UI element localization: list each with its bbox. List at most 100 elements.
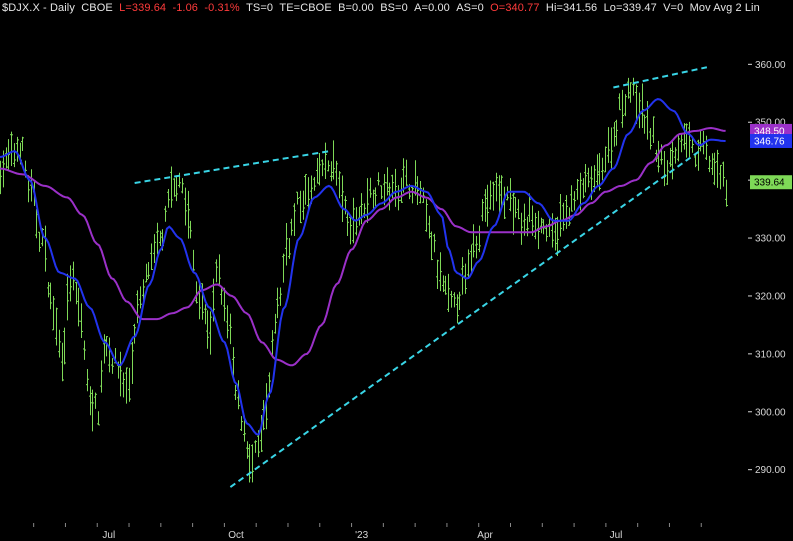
ohlc-bar bbox=[251, 444, 254, 483]
ohlc-bar bbox=[450, 290, 453, 308]
trendline-upper-left bbox=[134, 150, 330, 185]
ohlc-bar bbox=[47, 281, 50, 298]
ohlc-bar bbox=[719, 164, 722, 190]
ohlc-bar bbox=[318, 152, 321, 186]
ohlc-bar bbox=[181, 178, 184, 194]
ohlc-bar bbox=[484, 189, 487, 222]
time-axis[interactable]: Jul Oct '23 Apr Jul bbox=[33, 523, 702, 541]
y-tick-label: 360.00 bbox=[755, 60, 786, 71]
ohlc-bar bbox=[63, 327, 66, 365]
ohlc-bar bbox=[192, 249, 195, 272]
y-tick-label: 290.00 bbox=[755, 465, 786, 476]
ohlc-bar bbox=[638, 92, 641, 129]
ohlc-bar bbox=[108, 337, 111, 373]
fast-moving-average bbox=[0, 98, 726, 436]
ohlc-bar bbox=[414, 160, 417, 196]
ohlc-bar bbox=[377, 172, 380, 186]
ohlc-bar bbox=[313, 176, 316, 191]
ohlc-bar bbox=[145, 263, 148, 283]
ohlc-bar bbox=[716, 149, 719, 188]
ohlc-bar bbox=[621, 89, 624, 128]
ohlc-bar bbox=[215, 259, 218, 283]
ohlc-bar bbox=[559, 194, 562, 237]
ohlc-bar bbox=[153, 234, 156, 263]
ohlc-bar bbox=[100, 360, 103, 393]
ohlc-bar bbox=[444, 275, 447, 295]
ohlc-bar bbox=[613, 122, 616, 147]
ohlc-bar bbox=[405, 159, 408, 186]
ohlc-bar bbox=[624, 94, 627, 117]
ohlc-bar bbox=[83, 340, 86, 360]
ohlc-bar bbox=[330, 161, 333, 182]
ohlc-bar bbox=[156, 222, 159, 255]
ohlc-bar bbox=[680, 133, 683, 153]
ohlc-bar bbox=[708, 155, 711, 173]
ohlc-bar bbox=[685, 123, 688, 158]
ohlc-bar bbox=[570, 185, 573, 212]
x-tick-label: Jul bbox=[610, 530, 623, 541]
ohlc-bar bbox=[478, 225, 481, 253]
ohlc-bar bbox=[21, 136, 24, 152]
ohlc-bar bbox=[61, 342, 64, 382]
ohlc-bar bbox=[509, 178, 512, 212]
ohlc-bar bbox=[77, 287, 80, 327]
y-tick-label: 310.00 bbox=[755, 349, 786, 360]
trendlines[interactable] bbox=[134, 66, 708, 488]
ohlc-bar bbox=[470, 244, 473, 272]
ohlc-bar bbox=[562, 202, 565, 231]
ohlc-bar bbox=[346, 211, 349, 237]
ohlc-bar bbox=[649, 127, 652, 150]
ohlc-bar bbox=[170, 166, 173, 208]
ohlc-bar bbox=[52, 296, 55, 331]
ohlc-bar bbox=[442, 275, 445, 292]
ohlc-bar bbox=[666, 160, 669, 185]
x-tick-label: Jul bbox=[102, 530, 115, 541]
ohlc-bar bbox=[299, 190, 302, 224]
fast-ma-badge: 346.76 bbox=[750, 133, 792, 148]
ohlc-bar bbox=[49, 282, 52, 310]
ohlc-bar bbox=[643, 114, 646, 134]
ohlc-bar bbox=[206, 310, 209, 349]
ohlc-bar bbox=[472, 224, 475, 258]
ohlc-bar bbox=[139, 286, 142, 309]
y-tick-label: 330.00 bbox=[755, 234, 786, 245]
ohlc-bar bbox=[220, 288, 223, 305]
ohlc-bar bbox=[584, 163, 587, 193]
ohlc-bar bbox=[276, 287, 279, 319]
ohlc-bar bbox=[618, 93, 621, 111]
ohlc-bar bbox=[514, 196, 517, 218]
ohlc-bar bbox=[607, 127, 610, 163]
ohlc-bar bbox=[517, 199, 520, 220]
ohlc-bar bbox=[492, 181, 495, 211]
ohlc-bar bbox=[526, 216, 529, 237]
ohlc-bar bbox=[128, 367, 131, 402]
ohlc-bar bbox=[103, 334, 106, 364]
ohlc-bar bbox=[475, 235, 478, 259]
ohlc-bar bbox=[147, 261, 150, 279]
ohlc-bar bbox=[467, 249, 470, 280]
ohlc-bar bbox=[167, 188, 170, 208]
price-chart[interactable]: 290.00300.00310.00320.00330.00340.00350.… bbox=[0, 0, 793, 541]
ohlc-bar bbox=[58, 329, 61, 358]
ohlc-bar bbox=[274, 313, 277, 334]
ohlc-bar bbox=[86, 369, 89, 392]
ohlc-bar bbox=[652, 116, 655, 144]
ohlc-bar bbox=[296, 191, 299, 205]
ohlc-bar bbox=[89, 386, 92, 416]
ohlc-bar bbox=[428, 215, 431, 239]
ohlc-bar bbox=[226, 305, 229, 339]
ohlc-bar bbox=[316, 157, 319, 184]
ohlc-bar bbox=[534, 212, 537, 240]
ohlc-bar bbox=[119, 351, 122, 397]
x-tick-label: Oct bbox=[228, 530, 244, 541]
last-price-badge-label: 339.64 bbox=[754, 178, 785, 189]
ohlc-bar bbox=[209, 311, 212, 355]
ohlc-bar bbox=[520, 212, 523, 245]
ohlc-bar bbox=[360, 193, 363, 225]
ohlc-bar bbox=[369, 177, 372, 198]
trendline-upper-right bbox=[613, 66, 708, 89]
ohlc-bar bbox=[596, 154, 599, 186]
price-axis[interactable]: 290.00300.00310.00320.00330.00340.00350.… bbox=[748, 60, 786, 476]
ohlc-bar bbox=[671, 140, 674, 180]
ohlc-bar bbox=[447, 273, 450, 313]
